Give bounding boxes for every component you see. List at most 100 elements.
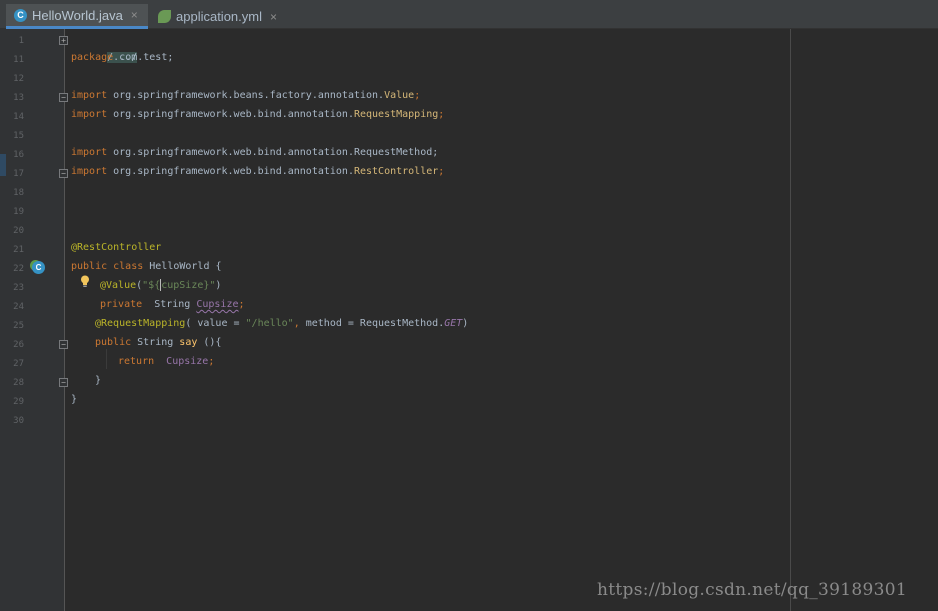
line-number: 11	[13, 55, 24, 65]
code-text: org.springframework.web.bind.annotation.	[107, 109, 354, 120]
line-number: 1	[18, 36, 24, 46]
field-name: Cupsize	[166, 356, 209, 367]
code-line-14: import org.springframework.web.bind.anno…	[71, 105, 444, 124]
field-name: Cupsize	[196, 299, 239, 310]
annotation: @RequestMapping	[95, 318, 186, 329]
keyword: import	[71, 166, 108, 177]
class-ref: Value	[384, 90, 415, 101]
code-text: = RequestMethod.	[341, 318, 445, 329]
keyword: return	[118, 356, 155, 367]
code-text: org.springframework.web.bind.annotation.	[107, 166, 354, 177]
line-number: 14	[13, 112, 24, 122]
attribute-name: value	[197, 318, 228, 329]
code-line-24: private String Cupsize;	[100, 295, 245, 314]
string-literal: cupSize}"	[161, 280, 216, 291]
code-text: )	[215, 280, 222, 291]
semicolon: ;	[438, 166, 445, 177]
editor-tab-bar: C HelloWorld.java × application.yml ×	[0, 0, 938, 29]
tab-label: HelloWorld.java	[32, 7, 123, 23]
right-margin-guide	[790, 29, 791, 611]
code-text: }	[71, 394, 78, 405]
line-number: 26	[13, 340, 24, 350]
code-text: String	[142, 299, 197, 310]
class-ref: RequestMapping	[353, 109, 439, 120]
code-text: org.springframework.web.bind.annotation.…	[107, 147, 439, 158]
code-editor[interactable]: 1 11 12 13 14 15 16 17 18 19 20 21 22 23…	[0, 29, 938, 611]
code-line-23: @Value("${cupSize}")	[100, 276, 221, 295]
code-line-16: import org.springframework.web.bind.anno…	[71, 143, 438, 162]
annotation: @Value	[100, 280, 137, 291]
expand-fold-icon[interactable]: +	[59, 36, 68, 45]
code-line-27: return Cupsize;	[118, 352, 214, 371]
code-text: HelloWorld {	[143, 261, 222, 272]
code-text: com.test;	[113, 52, 174, 63]
semicolon: ;	[438, 109, 445, 120]
line-number: 22	[13, 264, 24, 274]
gutter-divider	[64, 29, 65, 611]
close-icon[interactable]: ×	[131, 8, 138, 22]
collapse-fold-icon[interactable]: −	[59, 169, 68, 178]
spring-bean-class-icon[interactable]: C	[32, 261, 45, 274]
line-number: 13	[13, 93, 24, 103]
collapse-fold-icon[interactable]: −	[59, 93, 68, 102]
code-line-29: }	[71, 390, 77, 409]
code-line-22: public class HelloWorld {	[71, 257, 222, 276]
code-text: String	[131, 337, 180, 348]
keyword: package	[71, 52, 114, 63]
tab-helloworld-java[interactable]: C HelloWorld.java ×	[6, 4, 148, 29]
line-number: 20	[13, 226, 24, 236]
line-number: 19	[13, 207, 24, 217]
method-name: say	[179, 337, 198, 348]
annotation: @RestController	[71, 242, 162, 253]
code-line-17: import org.springframework.web.bind.anno…	[71, 162, 444, 181]
code-line-1: /.../	[71, 29, 138, 63]
line-number: 17	[13, 169, 24, 179]
line-number: 16	[13, 150, 24, 160]
code-text: org.springframework.beans.factory.annota…	[107, 90, 385, 101]
collapse-fold-icon[interactable]: −	[59, 340, 68, 349]
static-field: GET	[444, 318, 463, 329]
line-number: 18	[13, 188, 24, 198]
spring-yml-icon	[158, 10, 171, 23]
class-ref: RestController	[353, 166, 439, 177]
code-line-28: }	[95, 371, 101, 390]
keyword: import	[71, 109, 108, 120]
attribute-name: method	[305, 318, 342, 329]
indent-guide	[106, 349, 107, 369]
code-line-25: @RequestMapping( value = "/hello", metho…	[95, 314, 468, 333]
code-text: (	[185, 318, 198, 329]
code-line-26: public String say (){	[95, 333, 221, 352]
line-number: 21	[13, 245, 24, 255]
code-line-21: @RestController	[71, 238, 161, 257]
code-text: )	[462, 318, 469, 329]
collapse-fold-icon[interactable]: −	[59, 378, 68, 387]
code-line-13: import org.springframework.beans.factory…	[71, 86, 420, 105]
tab-application-yml[interactable]: application.yml ×	[150, 4, 286, 29]
string-literal: "${	[142, 280, 161, 291]
line-number: 15	[13, 131, 24, 141]
line-number: 23	[13, 283, 24, 293]
string-literal: "/hello"	[245, 318, 294, 329]
comma: ,	[293, 318, 306, 329]
tab-label: application.yml	[176, 9, 262, 24]
keyword: private	[100, 299, 143, 310]
keyword: import	[71, 90, 108, 101]
java-class-icon: C	[14, 8, 27, 22]
line-number: 27	[13, 359, 24, 369]
keyword: public class	[71, 261, 144, 272]
line-number: 24	[13, 302, 24, 312]
line-number: 30	[13, 416, 24, 426]
keyword: public	[95, 337, 132, 348]
line-number: 25	[13, 321, 24, 331]
line-number: 28	[13, 378, 24, 388]
semicolon: ;	[208, 356, 215, 367]
line-number: 29	[13, 397, 24, 407]
close-icon[interactable]: ×	[270, 10, 277, 24]
code-line-11: package com.test;	[71, 48, 173, 67]
code-text: (){	[197, 337, 222, 348]
keyword: import	[71, 147, 108, 158]
lightbulb-icon[interactable]	[80, 275, 90, 288]
code-text: }	[95, 375, 102, 386]
line-number: 12	[13, 74, 24, 84]
